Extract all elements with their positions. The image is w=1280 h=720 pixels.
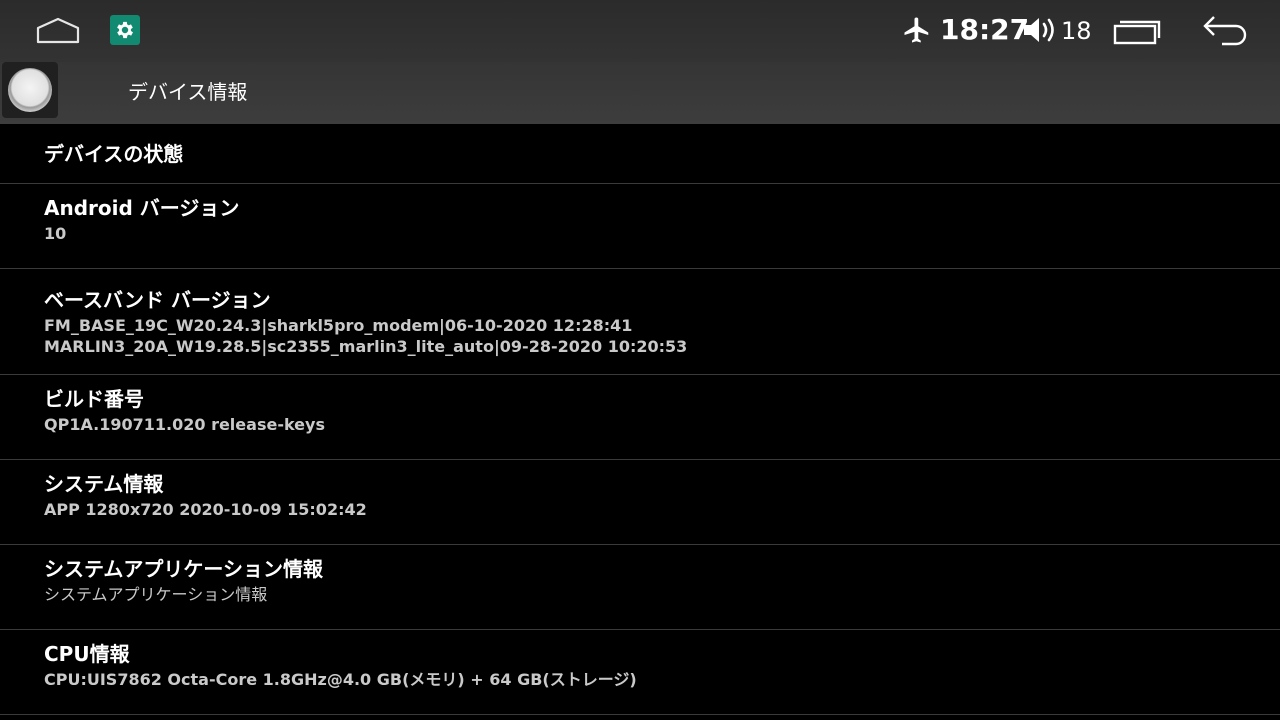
settings-list: デバイスの状態 Android バージョン 10 ベースバンド バージョン FM…	[0, 124, 1280, 715]
list-item-build-number[interactable]: ビルド番号 QP1A.190711.020 release-keys	[0, 375, 1280, 460]
recent-apps-icon[interactable]	[1112, 16, 1162, 46]
home-icon[interactable]	[36, 16, 80, 44]
airplane-mode-icon	[902, 14, 932, 46]
volume-level: 18	[1061, 17, 1092, 45]
gear-icon[interactable]	[110, 15, 140, 45]
clock: 18:27	[940, 13, 1030, 46]
speaker-icon[interactable]	[1022, 14, 1058, 46]
menu-circle	[8, 68, 52, 112]
list-item-android-version[interactable]: Android バージョン 10	[0, 184, 1280, 269]
item-title: システムアプリケーション情報	[44, 557, 323, 581]
list-item-baseband-version[interactable]: ベースバンド バージョン FM_BASE_19C_W20.24.3|sharkl…	[0, 269, 1280, 375]
section-header-label: デバイスの状態	[44, 142, 184, 166]
list-item-system-app-info[interactable]: システムアプリケーション情報 システムアプリケーション情報	[0, 545, 1280, 630]
item-value: FM_BASE_19C_W20.24.3|sharkl5pro_modem|06…	[44, 316, 633, 335]
status-bar: 18:27 18	[0, 0, 1280, 62]
item-value: システムアプリケーション情報	[44, 585, 268, 604]
section-header: デバイスの状態	[0, 124, 1280, 184]
item-title: システム情報	[44, 472, 164, 496]
item-value: MARLIN3_20A_W19.28.5|sc2355_marlin3_lite…	[44, 337, 688, 356]
item-value: QP1A.190711.020 release-keys	[44, 415, 325, 434]
back-arrow-icon[interactable]	[1200, 14, 1252, 46]
list-item-cpu-info[interactable]: CPU情報 CPU:UIS7862 Octa-Core 1.8GHz@4.0 G…	[0, 630, 1280, 715]
round-menu-button-icon[interactable]	[2, 62, 58, 118]
item-title: ビルド番号	[44, 387, 144, 411]
item-title: CPU情報	[44, 642, 130, 666]
list-item-system-info[interactable]: システム情報 APP 1280x720 2020-10-09 15:02:42	[0, 460, 1280, 545]
device-info-screen: 18:27 18 デバイス情報 デバイスの状態 Android バージョン 10…	[0, 0, 1280, 720]
item-title: ベースバンド バージョン	[44, 288, 271, 312]
item-value: 10	[44, 224, 67, 243]
item-value: CPU:UIS7862 Octa-Core 1.8GHz@4.0 GB(メモリ)…	[44, 670, 637, 689]
item-value: APP 1280x720 2020-10-09 15:02:42	[44, 500, 367, 519]
page-title: デバイス情報	[128, 80, 248, 104]
item-title: Android バージョン	[44, 196, 240, 220]
